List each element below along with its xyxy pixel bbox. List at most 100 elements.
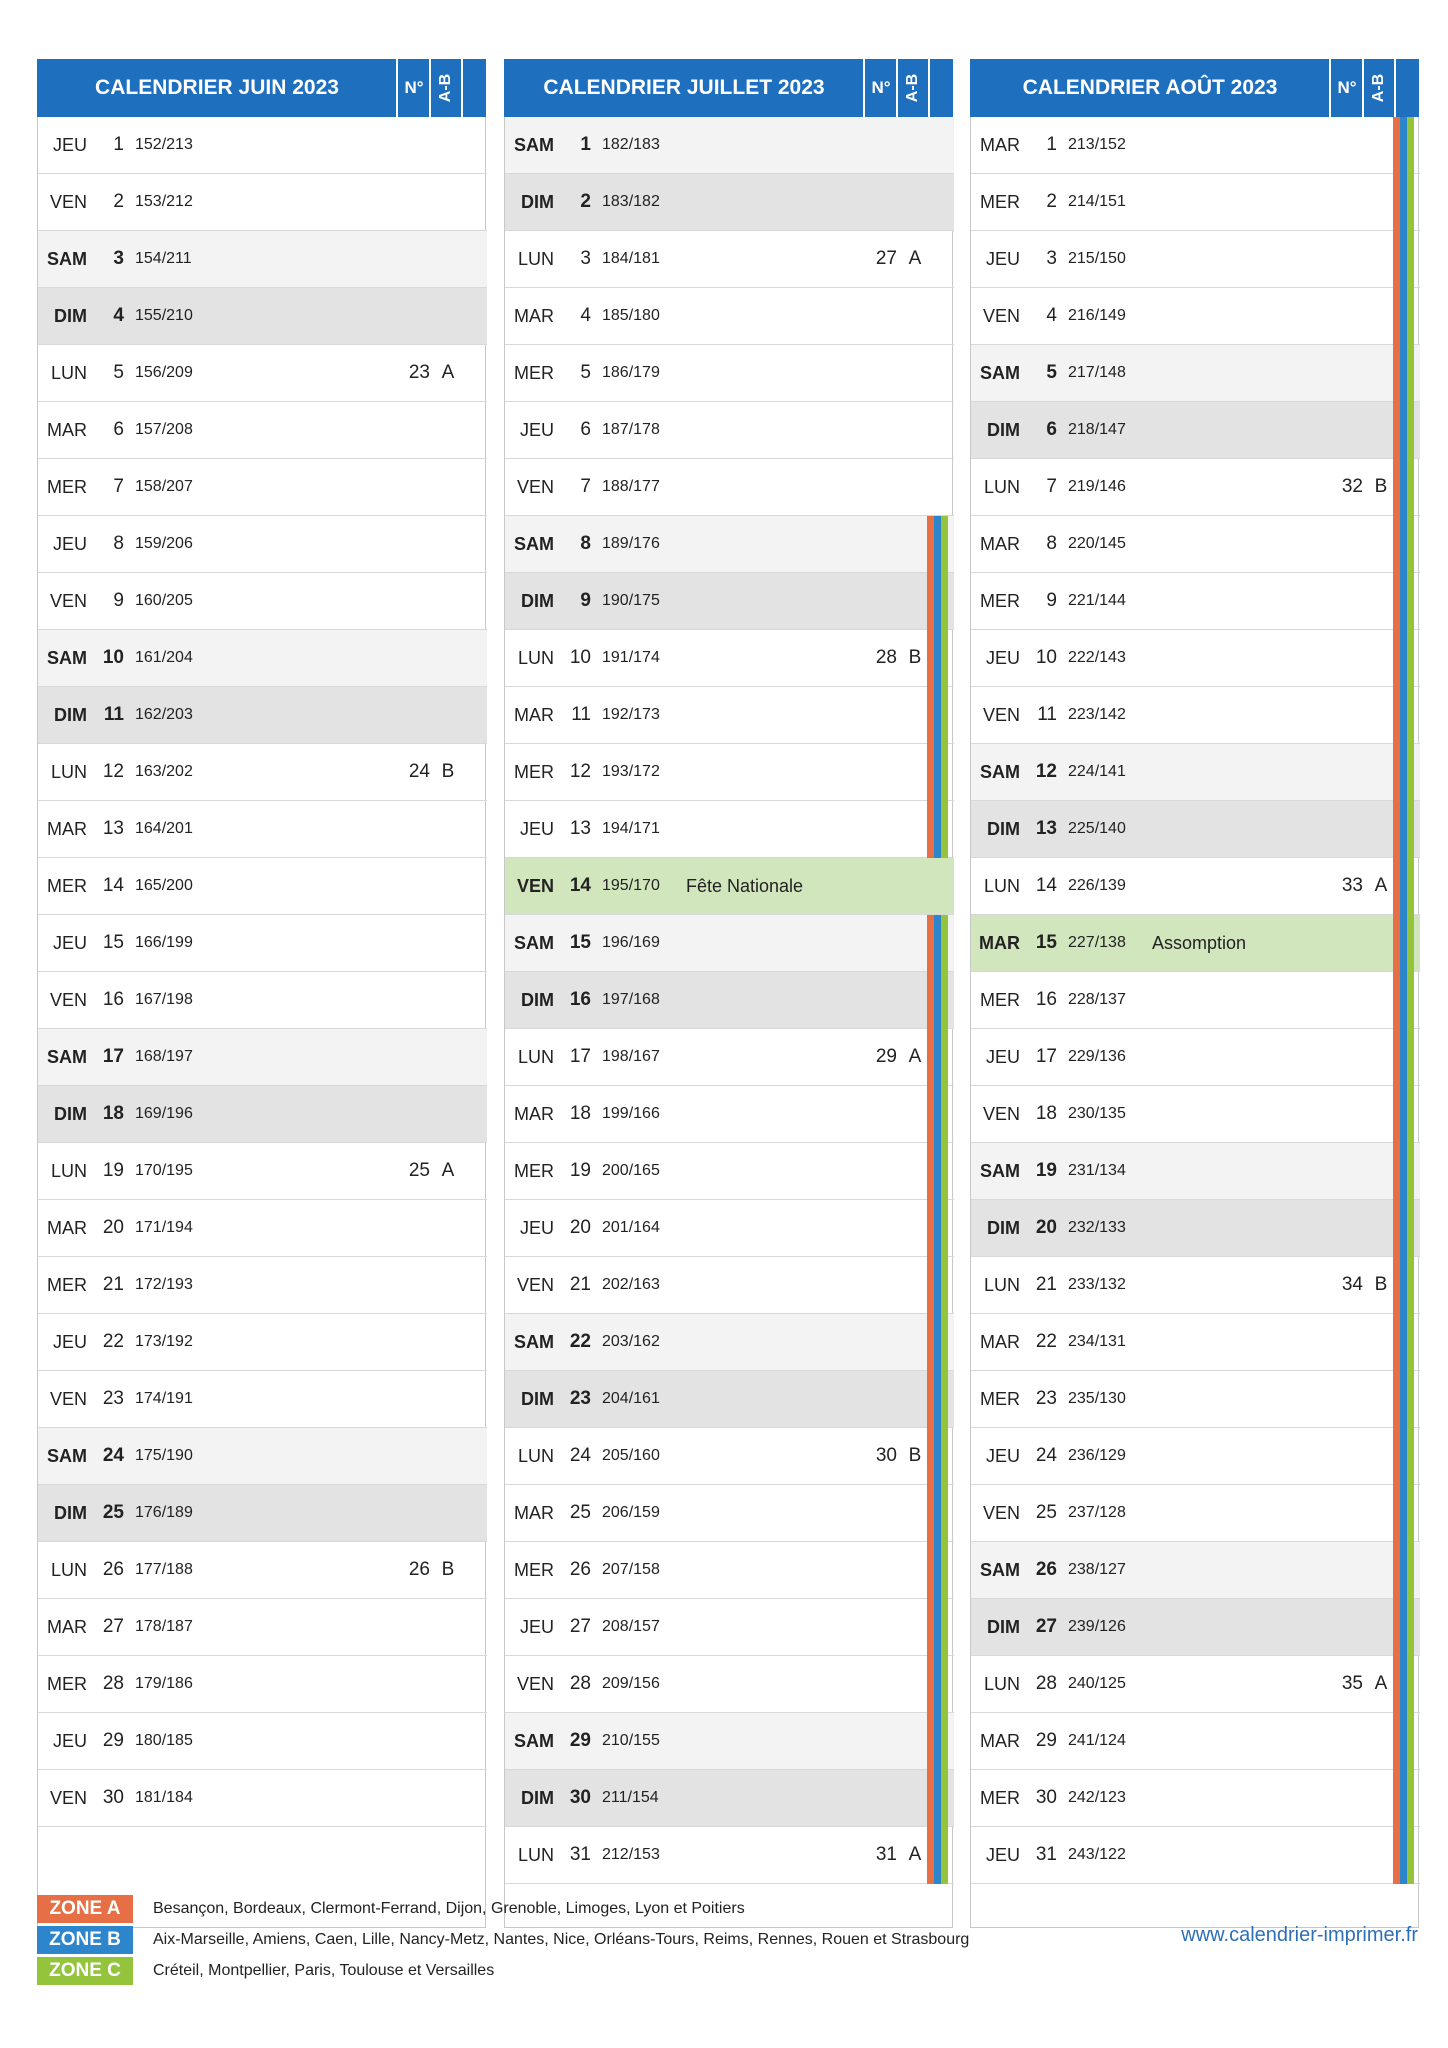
zone-c-holiday-bar — [941, 1656, 948, 1713]
day-number: 17 — [102, 1046, 124, 1067]
zone-b-holiday-bar — [934, 1827, 941, 1884]
day-row: VEN 16 167/198 — [38, 972, 487, 1029]
day-of-week: JEU — [52, 135, 87, 155]
day-of-year: 214/151 — [1068, 193, 1126, 210]
day-row: DIM 25 176/189 — [38, 1485, 487, 1542]
zone-c-holiday-bar — [941, 915, 948, 972]
day-row: JEU 6 187/178 — [505, 402, 954, 459]
day-number: 16 — [1035, 989, 1057, 1010]
zone-b-holiday-bar — [934, 801, 941, 858]
day-of-week: VEN — [982, 705, 1020, 725]
zone-b-holiday-bar — [1400, 1371, 1407, 1428]
zone-b-holiday-bar — [1400, 345, 1407, 402]
day-row: JEU 29 180/185 — [38, 1713, 487, 1770]
day-of-week: DIM — [521, 1788, 554, 1808]
zone-c-holiday-bar — [1407, 1143, 1414, 1200]
day-row: JEU 24 236/129 — [971, 1428, 1420, 1485]
day-of-week: SAM — [514, 1731, 554, 1751]
day-of-week: DIM — [987, 1617, 1020, 1637]
week-number: 33 — [1341, 875, 1363, 896]
day-number: 23 — [102, 1388, 124, 1409]
zone-b-holiday-bar — [1400, 915, 1407, 972]
day-of-year: 227/138 — [1068, 934, 1126, 951]
zone-a-holiday-bar — [1393, 1200, 1400, 1257]
day-row: SAM 10 161/204 — [38, 630, 487, 687]
zone-a-holiday-bar — [1393, 231, 1400, 288]
day-row: LUN 3 184/181 27 A — [505, 231, 954, 288]
day-row: SAM 15 196/169 — [505, 915, 954, 972]
day-of-year: 198/167 — [602, 1048, 660, 1065]
zone-c-holiday-bar — [1407, 1485, 1414, 1542]
day-number: 2 — [113, 191, 124, 212]
day-number: 16 — [569, 989, 591, 1010]
day-number: 21 — [569, 1274, 591, 1295]
day-of-year: 238/127 — [1068, 1561, 1126, 1578]
day-of-week: DIM — [54, 306, 87, 326]
day-of-year: 166/199 — [135, 934, 193, 951]
day-of-year: 171/194 — [135, 1219, 193, 1236]
zone-a-holiday-bar — [1393, 801, 1400, 858]
day-of-week: DIM — [987, 1218, 1020, 1238]
zone-a-holiday-bar — [1393, 402, 1400, 459]
day-row: MER 2 214/151 — [971, 174, 1420, 231]
day-row: JEU 17 229/136 — [971, 1029, 1420, 1086]
day-of-week: VEN — [49, 1389, 87, 1409]
day-of-week: VEN — [516, 1275, 554, 1295]
day-row: MER 21 172/193 — [38, 1257, 487, 1314]
day-of-year: 236/129 — [1068, 1447, 1126, 1464]
day-row: MAR 4 185/180 — [505, 288, 954, 345]
day-of-week: JEU — [52, 534, 87, 554]
zone-c-holiday-bar — [1407, 345, 1414, 402]
day-of-year: 174/191 — [135, 1390, 193, 1407]
zone-b-holiday-bar — [934, 1143, 941, 1200]
day-row: JEU 22 173/192 — [38, 1314, 487, 1371]
day-number: 19 — [569, 1160, 591, 1181]
zone-a-holiday-bar — [927, 744, 934, 801]
zone-b-holiday-bar — [1400, 1599, 1407, 1656]
website-link[interactable]: www.calendrier-imprimer.fr — [1181, 1924, 1418, 1947]
zone-b-holiday-bar — [934, 972, 941, 1029]
day-number: 1 — [113, 134, 124, 155]
day-of-week: MER — [980, 1788, 1020, 1808]
day-number: 15 — [102, 932, 124, 953]
zone-c-holiday-bar — [941, 1485, 948, 1542]
zone-a-holiday-bar — [927, 1542, 934, 1599]
day-of-week: DIM — [521, 192, 554, 212]
zone-b-holiday-bar — [1400, 1542, 1407, 1599]
week-number-header: N° — [1337, 78, 1357, 97]
header-separator — [1394, 59, 1396, 117]
day-row: SAM 26 238/127 — [971, 1542, 1420, 1599]
day-of-week: VEN — [516, 477, 554, 497]
day-of-week: JEU — [519, 819, 554, 839]
day-number: 15 — [1035, 932, 1057, 953]
day-of-week: JEU — [985, 249, 1020, 269]
zone-c-holiday-bar — [941, 630, 948, 687]
day-of-year: 195/170 — [602, 877, 660, 894]
week-ab: B — [908, 647, 922, 668]
zone-c-holiday-bar — [941, 1542, 948, 1599]
zone-b-holiday-bar — [1400, 117, 1407, 174]
zone-a-holiday-bar — [927, 1485, 934, 1542]
day-of-year: 165/200 — [135, 877, 193, 894]
day-number: 27 — [102, 1616, 124, 1637]
day-of-week: VEN — [982, 1503, 1020, 1523]
day-of-week: MAR — [514, 306, 554, 326]
zone-b-holiday-bar — [934, 1257, 941, 1314]
day-row: VEN 11 223/142 — [971, 687, 1420, 744]
zone-a-holiday-bar — [1393, 687, 1400, 744]
day-row: VEN 28 209/156 — [505, 1656, 954, 1713]
day-number: 5 — [580, 362, 591, 383]
day-of-year: 221/144 — [1068, 592, 1126, 609]
day-of-year: 223/142 — [1068, 706, 1126, 723]
zone-c-holiday-bar — [1407, 972, 1414, 1029]
week-ab: A — [441, 1160, 455, 1181]
day-of-year: 183/182 — [602, 193, 660, 210]
week-ab-header-label: A-B — [904, 73, 921, 103]
zone-b-holiday-bar — [934, 516, 941, 573]
day-of-year: 204/161 — [602, 1390, 660, 1407]
zone-c-holiday-bar — [1407, 516, 1414, 573]
day-row: MAR 1 213/152 — [971, 117, 1420, 174]
day-row: VEN 9 160/205 — [38, 573, 487, 630]
day-row: MAR 18 199/166 — [505, 1086, 954, 1143]
day-number: 9 — [580, 590, 591, 611]
